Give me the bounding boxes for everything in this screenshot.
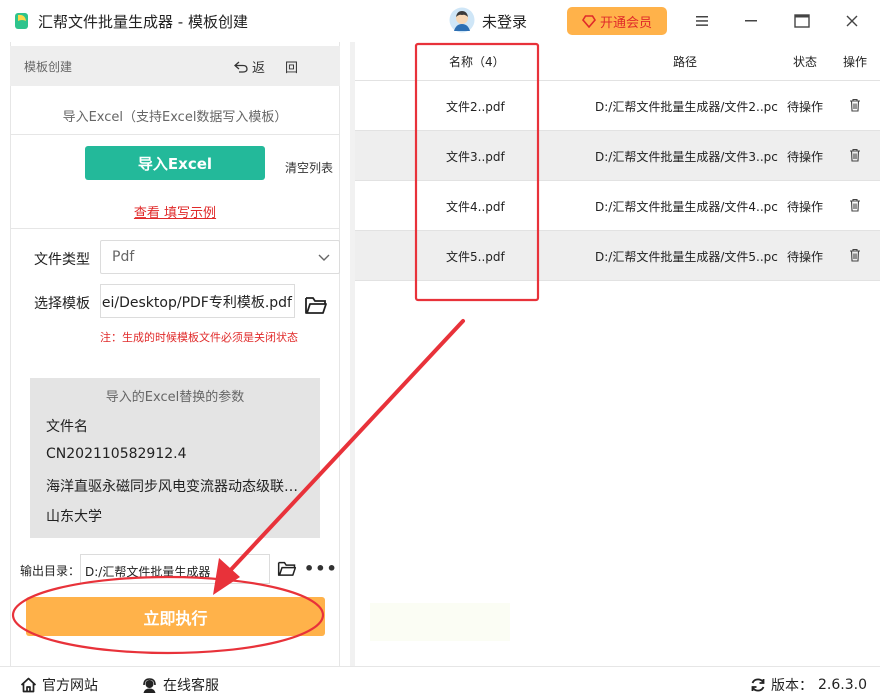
home-icon	[20, 677, 37, 693]
refresh-icon	[751, 678, 765, 692]
title-bar: 汇帮文件批量生成器 - 模板创建 未登录 开通会员	[0, 0, 880, 42]
import-excel-button[interactable]: 导入Excel	[85, 146, 265, 180]
back-button[interactable]: 返	[234, 57, 265, 76]
row-path: D:/汇帮文件批量生成器/文件5..pc	[595, 250, 778, 264]
table-row[interactable]: 文件5..pdf D:/汇帮文件批量生成器/文件5..pc 待操作	[355, 231, 880, 281]
folder-icon[interactable]	[304, 295, 328, 315]
app-logo-icon	[15, 13, 28, 29]
row-name: 文件3..pdf	[446, 150, 505, 164]
status-bar: 官方网站 在线客服 版本： 2.6.3.0	[0, 666, 880, 700]
row-status: 待操作	[787, 150, 824, 164]
trash-icon[interactable]	[849, 98, 861, 112]
output-dir-label: 输出目录：	[20, 564, 81, 578]
trash-icon[interactable]	[849, 248, 861, 262]
import-caption: 导入Excel（支持Excel数据写入模板）	[62, 110, 288, 125]
row-name: 文件4..pdf	[446, 200, 505, 214]
back-arrow-icon	[234, 61, 248, 73]
template-label: 选择模板	[34, 296, 90, 312]
vip-label: 开通会员	[599, 15, 652, 31]
table-row[interactable]: 文件3..pdf D:/汇帮文件批量生成器/文件3..pc 待操作	[355, 131, 880, 181]
row-path: D:/汇帮文件批量生成器/文件3..pc	[595, 150, 778, 164]
back-label-2[interactable]: 回	[285, 57, 298, 76]
file-type-value: Pdf	[112, 249, 135, 265]
row-path: D:/汇帮文件批量生成器/文件2..pc	[595, 100, 778, 114]
support-label: 在线客服	[163, 678, 219, 694]
maximize-button[interactable]	[791, 10, 813, 32]
run-button[interactable]: 立即执行	[26, 597, 325, 636]
website-label: 官方网站	[42, 678, 98, 694]
window-title: 汇帮文件批量生成器 - 模板创建	[38, 13, 248, 31]
param-item: 海洋直驱永磁同步风电变流器动态级联…	[46, 479, 298, 495]
template-path-input[interactable]: ei/Desktop/PDF专利模板.pdf	[100, 284, 295, 318]
row-path: D:/汇帮文件批量生成器/文件4..pc	[595, 200, 778, 214]
panel-header: 模板创建 返 回	[10, 46, 340, 86]
row-divider	[355, 280, 880, 281]
trash-icon[interactable]	[849, 198, 861, 212]
avatar-icon[interactable]	[449, 7, 475, 33]
support-link[interactable]: 在线客服	[141, 675, 219, 695]
output-folder-icon[interactable]	[277, 560, 297, 577]
column-header-path[interactable]: 路径	[673, 53, 697, 70]
menu-button[interactable]	[691, 10, 713, 32]
more-options-icon[interactable]: •••	[304, 559, 338, 578]
template-path-value: ei/Desktop/PDF专利模板.pdf	[101, 295, 292, 311]
divider	[10, 228, 340, 229]
params-title: 导入的Excel替换的参数	[105, 390, 245, 405]
panel-title: 模板创建	[24, 60, 73, 74]
minimize-button[interactable]	[740, 10, 762, 32]
row-status: 待操作	[787, 200, 824, 214]
sample-link[interactable]: 查看 填写示例	[10, 202, 340, 221]
vip-button[interactable]: 开通会员	[567, 7, 667, 35]
menu-icon	[696, 16, 708, 26]
row-status: 待操作	[787, 100, 824, 114]
website-link[interactable]: 官方网站	[20, 675, 98, 695]
column-header-name[interactable]: 名称（4）	[449, 53, 505, 70]
diamond-heart-icon	[581, 14, 596, 28]
param-item: 山东大学	[46, 509, 102, 525]
version-label: 版本：	[771, 678, 813, 694]
warning-note: 注：生成的时候模板文件必须是关闭状态	[100, 331, 298, 344]
faded-watermark	[370, 603, 510, 641]
minimize-icon	[745, 20, 757, 22]
param-item: CN202110582912.4	[46, 446, 187, 462]
row-name: 文件5..pdf	[446, 250, 505, 264]
back-label: 返	[252, 61, 266, 76]
close-button[interactable]	[841, 10, 863, 32]
maximize-icon	[794, 14, 810, 28]
column-header-action[interactable]: 操作	[843, 53, 867, 70]
row-status: 待操作	[787, 250, 824, 264]
version-info[interactable]: 版本： 2.6.3.0	[750, 675, 867, 695]
table-row[interactable]: 文件2..pdf D:/汇帮文件批量生成器/文件2..pc 待操作	[355, 81, 880, 131]
close-icon	[846, 15, 858, 27]
login-status[interactable]: 未登录	[482, 11, 527, 32]
file-type-label: 文件类型	[34, 252, 90, 268]
file-type-select[interactable]: Pdf	[100, 240, 340, 274]
row-name: 文件2..pdf	[446, 100, 505, 114]
param-item: 文件名	[46, 419, 88, 435]
output-dir-input[interactable]: D:/汇帮文件批量生成器	[80, 554, 270, 584]
version-value: 2.6.3.0	[818, 677, 867, 693]
chevron-down-icon	[318, 254, 330, 261]
params-box: 导入的Excel替换的参数 文件名 CN202110582912.4 海洋直驱永…	[30, 378, 320, 538]
column-header-status[interactable]: 状态	[793, 53, 817, 70]
support-agent-icon	[143, 677, 156, 693]
trash-icon[interactable]	[849, 148, 861, 162]
clear-list-button[interactable]: 清空列表	[285, 159, 333, 176]
table-row[interactable]: 文件4..pdf D:/汇帮文件批量生成器/文件4..pc 待操作	[355, 181, 880, 231]
divider	[10, 134, 340, 135]
